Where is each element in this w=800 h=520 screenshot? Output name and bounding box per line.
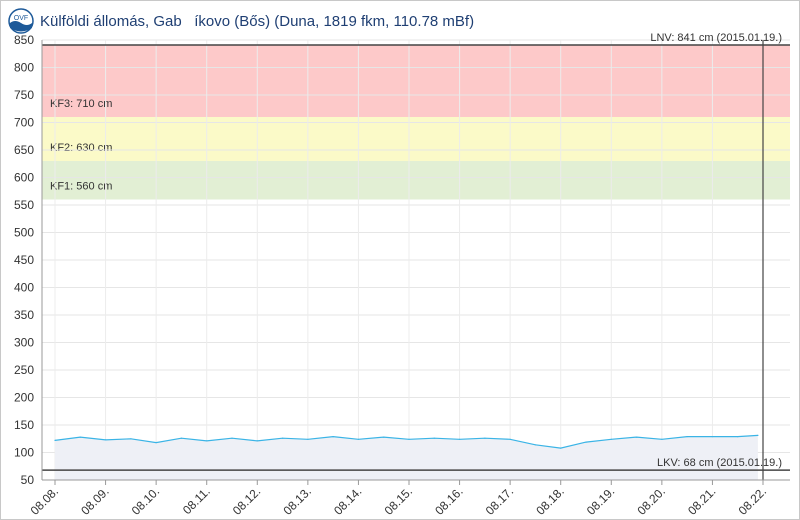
data-point [585,441,587,443]
data-point [459,438,461,440]
x-tick-label: 08.14. [331,484,364,517]
y-tick-label: 50 [21,473,35,487]
data-point [509,438,511,440]
data-point [206,440,208,442]
data-point [610,438,612,440]
alert-band-1 [42,161,790,200]
data-point [711,436,714,438]
alert-band-2 [42,117,790,161]
y-tick-label: 700 [14,116,34,130]
data-point [534,444,537,446]
data-point [231,437,233,439]
y-tick-label: 450 [14,253,34,267]
data-point [256,440,258,442]
x-tick-label: 08.10. [129,484,162,517]
y-tick-label: 400 [14,281,34,295]
x-tick-label: 08.08. [28,484,61,517]
x-tick-label: 08.09. [78,484,111,517]
y-tick-label: 500 [14,226,34,240]
alert-band-label: KF1: 560 cm [50,181,112,193]
y-tick-label: 250 [14,363,34,377]
data-point [79,436,81,438]
x-tick-label: 08.13. [280,484,313,517]
alert-band-label: KF2: 630 cm [50,142,112,154]
y-tick-label: 800 [14,61,34,75]
data-point [484,437,486,439]
data-point [560,447,562,449]
y-tick-label: 350 [14,308,34,322]
x-tick-label: 08.12. [230,484,263,517]
ovf-logo-icon: OVF [8,8,34,34]
series-area [54,434,759,480]
x-tick-label: 08.19. [584,484,617,517]
x-tick-label: 08.20. [634,484,667,517]
y-tick-label: 150 [14,418,34,432]
data-point [636,436,638,438]
alert-band-label: KF3: 710 cm [50,98,112,110]
y-tick-label: 300 [14,336,34,350]
data-point [307,438,309,440]
x-tick-label: 08.17. [483,484,516,517]
y-tick-label: 200 [14,391,34,405]
lnv-label: LNV: 841 cm (2015.01.19.) [650,32,782,44]
x-tick-label: 08.18. [533,484,566,517]
data-point [180,437,182,439]
chart-title: Külföldi állomás, Gab íkovo (Bős) (Duna,… [40,12,475,30]
data-point [155,442,157,444]
y-tick-label: 650 [14,143,34,157]
data-point [737,436,739,438]
data-point [757,434,759,436]
data-point [282,437,284,439]
data-point [661,438,663,440]
y-tick-label: 600 [14,171,34,185]
svg-text:OVF: OVF [14,15,28,22]
y-tick-label: 750 [14,88,34,102]
data-point [686,436,688,438]
x-tick-label: 08.15. [382,484,415,517]
data-point [105,439,107,441]
y-tick-label: 850 [14,33,34,47]
data-point [332,436,334,438]
data-point [130,438,132,440]
y-tick-label: 550 [14,198,34,212]
x-tick-label: 08.21. [685,484,718,517]
data-point [383,436,385,438]
x-tick-label: 08.16. [432,484,465,517]
y-tick-label: 100 [14,446,34,460]
data-point [357,438,359,440]
data-point [433,437,435,439]
data-point [408,438,410,440]
chart-header: OVF Külföldi állomás, Gab íkovo (Bős) (D… [8,8,474,34]
x-tick-label: 08.22. [736,484,769,517]
water-level-chart: KF1: 560 cm KF2: 630 cm KF3: 710 cm LNV: 8… [14,32,790,518]
x-tick-label: 08.11. [180,484,213,517]
alert-band-3 [42,44,790,118]
data-point [54,439,56,441]
